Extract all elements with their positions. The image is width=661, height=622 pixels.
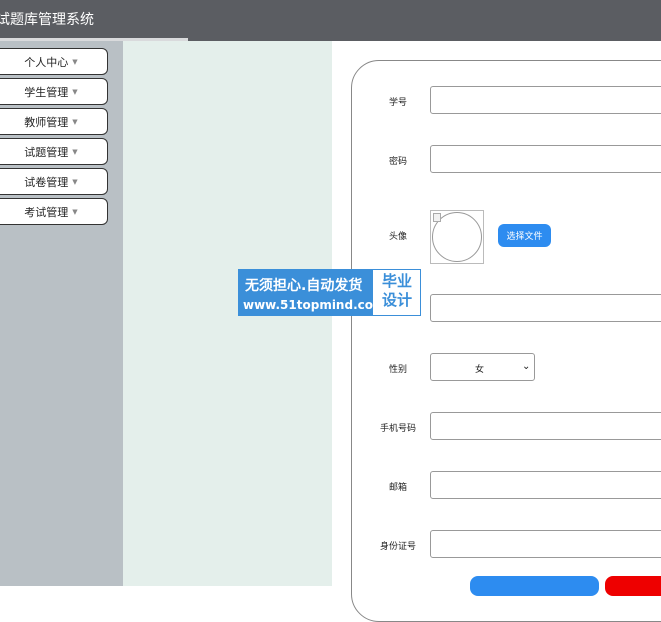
email-label: 邮箱 xyxy=(388,483,407,493)
id-card-input[interactable] xyxy=(430,530,661,558)
student-id-label: 学号 xyxy=(388,98,407,108)
name-input[interactable] xyxy=(430,294,661,322)
caret-down-icon: ▼ xyxy=(72,147,78,156)
top-bar: 试题库管理系统 xyxy=(0,0,661,41)
watermark-line2: www.51topmind.com xyxy=(243,298,386,312)
id-card-label: 身份证号 xyxy=(379,542,416,552)
watermark-banner: 无须担心.自动发货 www.51topmind.com 毕业 设计 xyxy=(238,269,421,316)
chevron-down-icon: ⌄ xyxy=(522,361,531,372)
student-id-input[interactable] xyxy=(430,86,661,114)
avatar-label: 头像 xyxy=(388,232,407,242)
sidebar-item-label: 教师管理 xyxy=(24,115,69,129)
avatar-preview xyxy=(430,210,484,264)
phone-input[interactable] xyxy=(430,412,661,440)
watermark-line1: 无须担心.自动发货 xyxy=(245,278,363,294)
watermark-side2: 设计 xyxy=(381,291,412,309)
choose-file-button[interactable]: 选择文件 xyxy=(498,224,551,247)
phone-label: 手机号码 xyxy=(379,424,416,434)
cancel-button[interactable] xyxy=(605,576,661,596)
broken-image-icon xyxy=(433,213,441,222)
sidebar-item-label: 个人中心 xyxy=(24,55,69,69)
sidebar-item-personal-center[interactable]: 个人中心 ▼ xyxy=(0,48,108,75)
caret-down-icon: ▼ xyxy=(72,117,78,126)
gender-selected-value: 女 xyxy=(475,365,485,375)
sidebar-item-label: 试题管理 xyxy=(24,145,69,159)
caret-down-icon: ▼ xyxy=(72,177,78,186)
sidebar-item-label: 试卷管理 xyxy=(24,175,69,189)
gender-label: 性别 xyxy=(388,365,407,375)
watermark-side: 毕业 设计 xyxy=(375,272,419,310)
submit-button[interactable] xyxy=(470,576,599,596)
sidebar-item-student-management[interactable]: 学生管理 ▼ xyxy=(0,78,108,105)
sidebar-item-label: 学生管理 xyxy=(24,85,69,99)
password-input[interactable] xyxy=(430,145,661,173)
sidebar-item-paper-management[interactable]: 试卷管理 ▼ xyxy=(0,168,108,195)
app-title: 试题库管理系统 xyxy=(0,12,94,28)
gender-select[interactable]: 女 ⌄ xyxy=(430,353,535,381)
email-input[interactable] xyxy=(430,471,661,499)
caret-down-icon: ▼ xyxy=(72,207,78,216)
watermark-left: 无须担心.自动发货 www.51topmind.com xyxy=(239,270,386,315)
caret-down-icon: ▼ xyxy=(72,87,78,96)
sidebar-item-teacher-management[interactable]: 教师管理 ▼ xyxy=(0,108,108,135)
caret-down-icon: ▼ xyxy=(72,57,78,66)
password-label: 密码 xyxy=(388,157,407,167)
sidebar-item-question-management[interactable]: 试题管理 ▼ xyxy=(0,138,108,165)
watermark-side1: 毕业 xyxy=(381,272,412,290)
sidebar-item-exam-management[interactable]: 考试管理 ▼ xyxy=(0,198,108,225)
sidebar-item-label: 考试管理 xyxy=(24,205,69,219)
